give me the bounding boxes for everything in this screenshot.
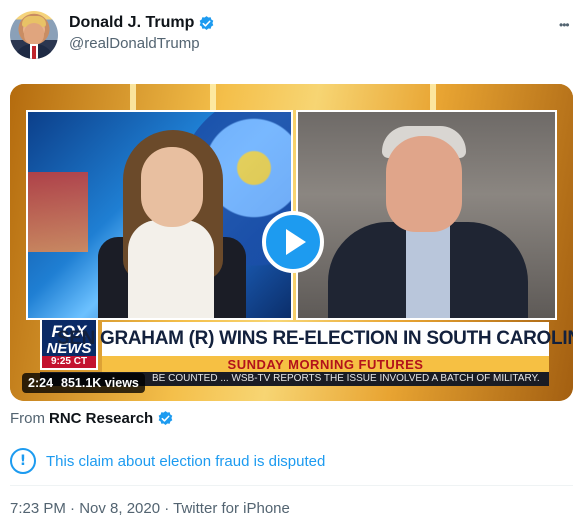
- video-panel-anchor: [26, 110, 293, 320]
- more-options-icon[interactable]: •••: [559, 18, 570, 32]
- play-icon: [286, 229, 306, 255]
- verified-badge-icon: [200, 15, 214, 30]
- show-name-bar: SUNDAY MORNING FUTURES: [102, 356, 549, 372]
- video-stats-badge: 2:24 851.1K views: [22, 373, 145, 393]
- headline-text: SEN GRAHAM (R) WINS RE-ELECTION IN SOUTH…: [56, 328, 573, 349]
- divider: [10, 485, 573, 486]
- headline-banner: SEN GRAHAM (R) WINS RE-ELECTION IN SOUTH…: [57, 322, 573, 356]
- broadcast-clock: 9:25 CT: [42, 356, 96, 368]
- source-prefix: From: [10, 410, 45, 427]
- tweet-meta[interactable]: 7:23 PM · Nov 8, 2020 · Twitter for iPho…: [10, 500, 290, 517]
- verified-badge-icon: [158, 411, 173, 425]
- disputed-claim-notice[interactable]: ! This claim about election fraud is dis…: [10, 448, 325, 474]
- video-duration: 2:24: [28, 376, 54, 390]
- video-player[interactable]: FOX NEWS 9:25 CT SEN GRAHAM (R) WINS RE-…: [10, 84, 573, 401]
- video-source: From RNC Research: [10, 410, 174, 427]
- avatar[interactable]: [10, 11, 58, 59]
- info-icon: !: [10, 448, 36, 474]
- source-name-link[interactable]: RNC Research: [49, 410, 153, 427]
- author-name-row[interactable]: Donald J. Trump: [69, 14, 215, 32]
- video-views: 851.1K views: [61, 376, 139, 390]
- author-name[interactable]: Donald J. Trump: [69, 14, 194, 32]
- avatar-tie: [32, 46, 36, 59]
- video-panel-guest: [296, 110, 557, 320]
- avatar-face: [24, 23, 44, 45]
- show-name-text: SUNDAY MORNING FUTURES: [227, 357, 424, 372]
- author-handle[interactable]: @realDonaldTrump: [69, 35, 200, 52]
- play-button[interactable]: [262, 211, 324, 273]
- disputed-claim-link[interactable]: This claim about election fraud is dispu…: [46, 453, 325, 470]
- ticker-text: BE COUNTED ... WSB-TV REPORTS THE ISSUE …: [152, 373, 540, 384]
